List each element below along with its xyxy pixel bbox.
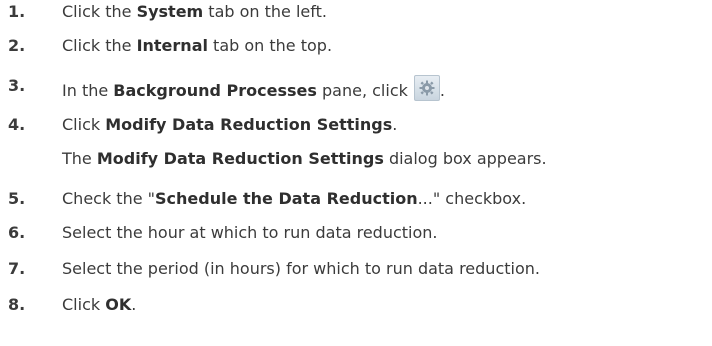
step-text-pre: Click the [62,36,137,55]
step-text-pre: Check the " [62,189,156,208]
step-text-post: tab on the top. [207,36,333,55]
step-number: 7. [8,259,26,278]
step-text-bold: Modify Data Reduction Settings [105,115,393,134]
result-text-bold: Modify Data Reduction Settings [96,149,384,168]
step-text: Click the System tab on the left. [62,1,327,23]
step-number: 8. [8,295,26,314]
step-text-pre: Click [62,115,106,134]
step-text-tail: . [439,81,445,100]
result-text-pre: The [62,149,97,168]
step-text-post: tab on the left. [203,2,327,21]
step-text-pre: Click the [62,2,137,21]
step-text: Click Modify Data Reduction Settings. [62,114,397,136]
step-text-post: ..." checkbox. [417,189,527,208]
result-text-post: dialog box appears. [383,149,547,168]
step-text-post: . [131,295,137,314]
step-number: 5. [8,189,26,208]
step-text-post: pane, click [316,81,408,100]
step-4-result: The Modify Data Reduction Settings dialo… [62,148,547,170]
step-text-bold: Internal [136,36,208,55]
step-number: 4. [8,115,26,134]
step-text-bold: OK [105,295,132,314]
step-text: Check the "Schedule the Data Reduction..… [62,188,526,210]
step-text-pre: In the [62,81,114,100]
step-text: Select the period (in hours) for which t… [62,259,540,278]
step-text-bold: System [136,2,204,21]
step-text-bold: Schedule the Data Reduction [155,189,418,208]
step-number: 6. [8,223,26,242]
step-number: 2. [8,36,26,55]
step-text-bold: Background Processes [113,81,317,100]
step-text-post: . [392,115,398,134]
instruction-steps: 1. Click the System tab on the left. 2. … [0,0,712,346]
step-number: 3. [8,76,26,95]
step-number: 1. [8,2,26,21]
step-text: Select the hour at which to run data red… [62,223,438,242]
step-text: In the Background Processes pane, click. [62,75,445,102]
gear-icon [413,75,440,101]
step-text: Click OK. [62,294,136,316]
step-text-pre: Click [62,295,106,314]
step-text: Click the Internal tab on the top. [62,35,332,57]
